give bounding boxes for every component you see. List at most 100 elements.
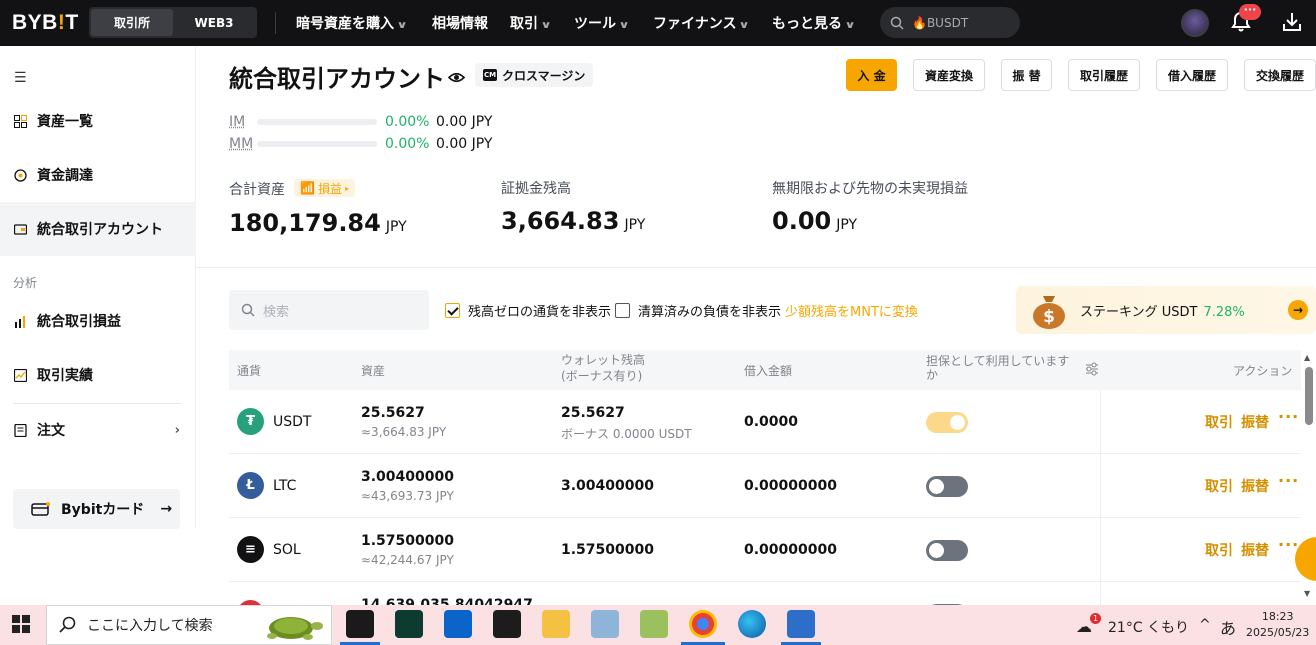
trade-link[interactable]: 取引: [1205, 412, 1233, 432]
ime-indicator[interactable]: あ: [1220, 615, 1236, 639]
collapse-menu-icon[interactable]: ☰: [14, 70, 27, 86]
wallet-bonus: ボーナス 0.0000 USDT: [561, 427, 692, 441]
transfer-link[interactable]: 振替: [1241, 476, 1269, 496]
sidebar-item-assets[interactable]: 資産一覧: [0, 94, 196, 148]
bybit-card-label: Bybitカード: [61, 502, 145, 518]
nav-divider: [275, 12, 276, 34]
exchange-history-button[interactable]: 交換履歴: [1244, 59, 1316, 91]
borrow-history-button[interactable]: 借入履歴: [1156, 59, 1228, 91]
windows-taskbar: ここに入力して検索 ☁ 1 21°C くもり ^ あ 18:23 2025/05…: [0, 605, 1316, 645]
taskbar-search-placeholder: ここに入力して検索: [87, 618, 213, 634]
collateral-toggle[interactable]: [926, 540, 968, 561]
terminal-icon[interactable]: [493, 610, 521, 638]
sidebar-item-orders[interactable]: 注文 ›: [0, 403, 196, 457]
chart-icon: 📶: [300, 181, 315, 195]
chevron-right-icon: ›: [174, 422, 180, 438]
convert-small-balance-link[interactable]: 少額残高をMNTに変換: [785, 301, 918, 320]
header-coin[interactable]: 通貨: [237, 362, 261, 379]
nav-trade[interactable]: 取引 ∨: [510, 13, 552, 33]
collateral-toggle[interactable]: [926, 412, 968, 433]
scroll-down-icon[interactable]: ▼: [1304, 589, 1310, 598]
nav-more[interactable]: もっと見る ∨: [772, 13, 856, 33]
settings-sliders-icon[interactable]: [1085, 362, 1099, 376]
sidebar: ☰ 資産一覧 資金調達 統合取引アカウント 分析 統合取引損益 取引実績 注文 …: [0, 46, 196, 529]
header-borrow[interactable]: 借入金額: [744, 362, 792, 379]
avatar[interactable]: [1181, 9, 1209, 37]
nav-tools[interactable]: ツール ∨: [574, 13, 630, 33]
header-wallet[interactable]: ウォレット残高 (ボーナス有り): [561, 352, 645, 384]
outlook-icon[interactable]: [444, 610, 472, 638]
eye-icon[interactable]: [448, 69, 465, 86]
transfer-link[interactable]: 振替: [1241, 540, 1269, 560]
im-row: IM 0.00% 0.00 JPY: [229, 113, 492, 131]
wallet-balance: 1.57500000: [561, 542, 654, 558]
download-icon[interactable]: [1280, 10, 1304, 34]
search-placeholder: 検索: [263, 304, 290, 320]
collateral-toggle[interactable]: [926, 476, 968, 497]
mm-bar: [257, 141, 377, 147]
transfer-link[interactable]: 振替: [1241, 412, 1269, 432]
pnl-chip[interactable]: 📶 損益 ▸: [294, 179, 355, 197]
trade-history-button[interactable]: 取引履歴: [1068, 59, 1140, 91]
total-assets-label: 合計資産: [229, 182, 285, 198]
weather-text[interactable]: 21°C くもり: [1108, 617, 1189, 637]
coin-icon: [14, 168, 27, 182]
convert-button[interactable]: 資産変換: [913, 59, 985, 91]
app-green-icon[interactable]: [395, 610, 423, 638]
nav-finance[interactable]: ファイナンス ∨: [653, 13, 750, 33]
bar-chart-icon: [15, 315, 25, 328]
app-capcut-icon[interactable]: [346, 610, 374, 638]
table-row: 14,639,035.84042947: [229, 582, 1301, 605]
segment-exchange[interactable]: 取引所: [91, 9, 173, 36]
asset-jpy: ≈43,693.73 JPY: [361, 489, 454, 503]
notebook-icon[interactable]: [591, 610, 619, 638]
app-v-icon[interactable]: [640, 610, 668, 638]
chevron-down-icon: ∨: [844, 20, 856, 31]
segment-web3[interactable]: WEB3: [173, 9, 255, 36]
asset-amount: 14,639,035.84042947: [361, 597, 533, 605]
more-icon[interactable]: ···: [1278, 407, 1299, 426]
calculator-icon[interactable]: [787, 610, 815, 638]
trade-link[interactable]: 取引: [1205, 476, 1233, 496]
top-navigation: BYB!T 取引所 WEB3 暗号資産を購入 ∨ 相場情報 取引 ∨ ツール ∨ ファ…: [0, 0, 1316, 46]
asset-search-input[interactable]: 検索: [229, 290, 429, 330]
section-divider: [196, 267, 1316, 268]
staking-text: ステーキング USDT 7.28%: [1080, 305, 1245, 320]
sidebar-item-label: 資産一覧: [37, 114, 93, 130]
trade-link[interactable]: 取引: [1205, 540, 1233, 560]
bybit-card-button[interactable]: Bybitカード →: [13, 489, 180, 529]
staking-banner[interactable]: $ ステーキング USDT 7.28% →: [1016, 286, 1316, 334]
mm-row: MM 0.00% 0.00 JPY: [229, 135, 492, 153]
wallet-balance: 25.5627: [561, 405, 625, 421]
table-row: ₮ USDT 25.5627 ≈3,664.83 JPY 25.5627 ボーナ…: [229, 390, 1301, 454]
more-icon[interactable]: ···: [1278, 471, 1299, 490]
deposit-button[interactable]: 入 金: [846, 59, 897, 91]
sidebar-item-trade-history[interactable]: 取引実績: [0, 348, 196, 402]
nav-buy-crypto[interactable]: 暗号資産を購入 ∨: [296, 13, 408, 33]
system-clock[interactable]: 18:23 2025/05/23: [1246, 609, 1309, 641]
nav-search[interactable]: 🔥BUSDT: [880, 7, 1020, 38]
arrow-right-icon[interactable]: →: [1288, 300, 1308, 320]
hide-liabilities-checkbox[interactable]: 清算済みの負債を非表示: [615, 301, 781, 320]
scroll-up-icon[interactable]: ▲: [1304, 353, 1310, 362]
margin-mode-chip[interactable]: CM クロスマージン: [475, 63, 594, 87]
nav-markets[interactable]: 相場情報: [432, 13, 488, 33]
transfer-button[interactable]: 振 替: [1001, 59, 1052, 91]
chrome-icon[interactable]: [689, 610, 717, 638]
cross-margin-icon: CM: [483, 69, 497, 81]
scrollbar-thumb[interactable]: [1305, 367, 1313, 425]
asset-amount: 3.00400000: [361, 469, 454, 485]
header-asset[interactable]: 資産: [361, 362, 385, 379]
borrow-amount: 0.0000: [744, 414, 799, 430]
wallet-balance: 3.00400000: [561, 478, 654, 494]
file-explorer-icon[interactable]: [542, 610, 570, 638]
hide-zero-checkbox[interactable]: 残高ゼロの通貨を非表示: [445, 301, 611, 320]
bybit-logo[interactable]: BYB!T: [12, 11, 79, 35]
sidebar-item-unified-account[interactable]: 統合取引アカウント: [0, 202, 196, 256]
edge-icon[interactable]: [738, 610, 766, 638]
sidebar-item-unified-pnl[interactable]: 統合取引損益: [0, 294, 196, 348]
asset-amount: 1.57500000: [361, 533, 454, 549]
sidebar-item-funding[interactable]: 資金調達: [0, 148, 196, 202]
windows-start-icon[interactable]: [12, 615, 30, 633]
tray-expand-icon[interactable]: ^: [1199, 617, 1211, 633]
